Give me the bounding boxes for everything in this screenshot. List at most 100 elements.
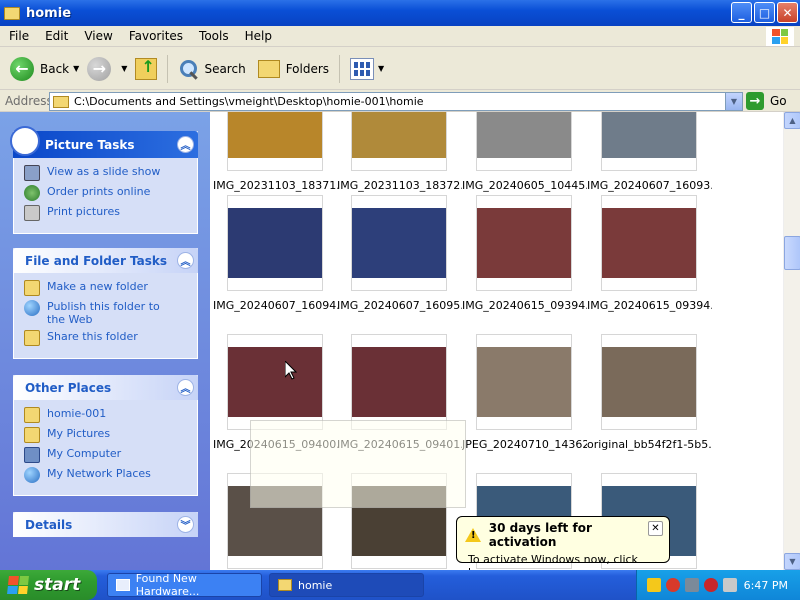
place-homie-001[interactable]: homie-001	[24, 407, 197, 427]
thumbnail[interactable]	[476, 112, 572, 171]
place-label: My Pictures	[47, 427, 111, 440]
search-button[interactable]: Search	[174, 52, 249, 86]
place-my-computer[interactable]: My Computer	[24, 447, 197, 467]
place-label: My Computer	[47, 447, 122, 460]
scroll-down-icon[interactable]: ▼	[784, 553, 800, 570]
collapse-icon[interactable]: ︽	[177, 252, 194, 269]
close-button[interactable]: ✕	[777, 2, 798, 23]
network-icon	[24, 467, 40, 483]
file-name[interactable]: IMG_20240615_09394...	[462, 299, 587, 312]
task-slide-show[interactable]: View as a slide show	[24, 165, 197, 185]
toolbar-separator	[167, 54, 169, 83]
other-places-list: homie-001 My Pictures My Computer My Net…	[13, 400, 198, 496]
thumbnail[interactable]	[351, 112, 447, 171]
task-label: Print pictures	[47, 205, 120, 218]
maximize-button[interactable]: □	[754, 2, 775, 23]
alert-icon[interactable]	[704, 578, 718, 592]
expand-icon[interactable]: ︾	[177, 516, 194, 533]
views-button[interactable]: ▼	[346, 52, 388, 86]
details-header[interactable]: Details ︾	[13, 512, 198, 537]
folder-icon	[278, 579, 292, 591]
file-name[interactable]: IMG_20240615_09394...	[587, 299, 712, 312]
thumbnail[interactable]	[227, 112, 323, 171]
scrollbar-thumb[interactable]	[784, 236, 800, 270]
start-label: start	[34, 575, 81, 595]
taskbar-button-homie[interactable]: homie	[269, 573, 424, 597]
file-name[interactable]: IMG_20231103_18371...	[213, 179, 338, 192]
task-new-folder[interactable]: Make a new folder	[24, 280, 197, 300]
mouse-cursor-icon	[285, 361, 297, 380]
photo-thumbnail-image	[602, 347, 696, 417]
start-button[interactable]: start	[0, 570, 97, 600]
collapse-icon[interactable]: ︽	[177, 379, 194, 396]
hardware-icon[interactable]	[647, 578, 661, 592]
toolbar-separator	[339, 54, 341, 83]
task-print-pictures[interactable]: Print pictures	[24, 205, 197, 225]
menu-file[interactable]: File	[0, 29, 37, 43]
file-name[interactable]: JPEG_20240710_143627	[462, 438, 587, 451]
file-folder-tasks-panel: File and Folder Tasks ︽ Make a new folde…	[13, 248, 198, 359]
picture-tasks-header[interactable]: Picture Tasks ︽	[13, 131, 198, 158]
taskbar-button-hardware[interactable]: Found New Hardware...	[107, 572, 262, 598]
task-order-prints[interactable]: Order prints online	[24, 185, 197, 205]
vertical-scrollbar[interactable]: ▲ ▼	[783, 112, 800, 570]
back-button[interactable]: ← Back ▼	[6, 52, 83, 86]
network-icon[interactable]	[685, 578, 699, 592]
thumbnail[interactable]	[601, 112, 697, 171]
other-places-header[interactable]: Other Places ︽	[13, 375, 198, 400]
task-publish-web[interactable]: Publish this folder to the Web	[24, 300, 197, 330]
balloon-title: 30 days left for activation	[465, 521, 661, 549]
place-my-network[interactable]: My Network Places	[24, 467, 197, 487]
up-folder-icon	[135, 57, 158, 80]
security-shield-icon[interactable]	[666, 578, 680, 592]
forward-button[interactable]: → ▼	[83, 52, 131, 86]
thumbnail[interactable]	[476, 334, 572, 430]
file-folder-tasks-header[interactable]: File and Folder Tasks ︽	[13, 248, 198, 273]
file-name[interactable]: IMG_20240607_16095...	[337, 299, 462, 312]
scroll-up-icon[interactable]: ▲	[784, 112, 800, 129]
menu-favorites[interactable]: Favorites	[121, 29, 191, 43]
go-button[interactable]: → Go	[746, 92, 787, 110]
file-name[interactable]: IMG_20240605_10445...	[462, 179, 587, 192]
photo-thumbnail-image	[228, 347, 322, 417]
menu-help[interactable]: Help	[237, 29, 280, 43]
forward-dropdown-icon[interactable]: ▼	[121, 64, 127, 73]
thumbnail[interactable]	[227, 195, 323, 291]
thumbnail[interactable]	[351, 334, 447, 430]
back-dropdown-icon[interactable]: ▼	[73, 64, 79, 73]
minimize-button[interactable]: _	[731, 2, 752, 23]
file-name[interactable]: IMG_20240607_16093...	[587, 179, 712, 192]
thumbnail[interactable]	[476, 195, 572, 291]
thumbnail[interactable]	[601, 334, 697, 430]
task-label: View as a slide show	[47, 165, 161, 178]
menu-bar: File Edit View Favorites Tools Help	[0, 26, 800, 47]
thumbnail[interactable]	[601, 195, 697, 291]
warning-icon	[465, 528, 481, 542]
file-name[interactable]: original_bb54f2f1-5b5...	[587, 438, 712, 451]
file-name[interactable]: IMG_20240607_16094...	[213, 299, 338, 312]
thumbnail[interactable]	[351, 195, 447, 291]
picture-tasks-title: Picture Tasks	[45, 137, 135, 152]
menu-tools[interactable]: Tools	[191, 29, 237, 43]
folders-button[interactable]: Folders	[254, 52, 333, 86]
address-bar: Address C:\Documents and Settings\vmeigh…	[0, 90, 800, 112]
folder-icon	[4, 6, 20, 20]
photo-thumbnail-image	[602, 208, 696, 278]
menu-view[interactable]: View	[76, 29, 120, 43]
task-pane: Picture Tasks ︽ View as a slide show Ord…	[0, 112, 210, 570]
speaker-icon[interactable]	[723, 578, 737, 592]
window-icon	[116, 579, 130, 591]
address-dropdown-icon[interactable]: ▼	[725, 93, 742, 110]
task-share-folder[interactable]: Share this folder	[24, 330, 197, 350]
place-my-pictures[interactable]: My Pictures	[24, 427, 197, 447]
balloon-close-button[interactable]: ✕	[648, 521, 663, 536]
address-input[interactable]: C:\Documents and Settings\vmeight\Deskto…	[49, 92, 743, 111]
collapse-icon[interactable]: ︽	[177, 136, 194, 153]
activation-balloon[interactable]: 30 days left for activation To activate …	[456, 516, 670, 579]
thumbnail[interactable]	[227, 334, 323, 430]
menu-edit[interactable]: Edit	[37, 29, 76, 43]
up-folder-button[interactable]	[131, 52, 161, 86]
title-bar[interactable]: homie _ □ ✕	[0, 0, 800, 26]
share-folder-icon	[24, 330, 40, 346]
file-name[interactable]: IMG_20231103_18372...	[337, 179, 462, 192]
